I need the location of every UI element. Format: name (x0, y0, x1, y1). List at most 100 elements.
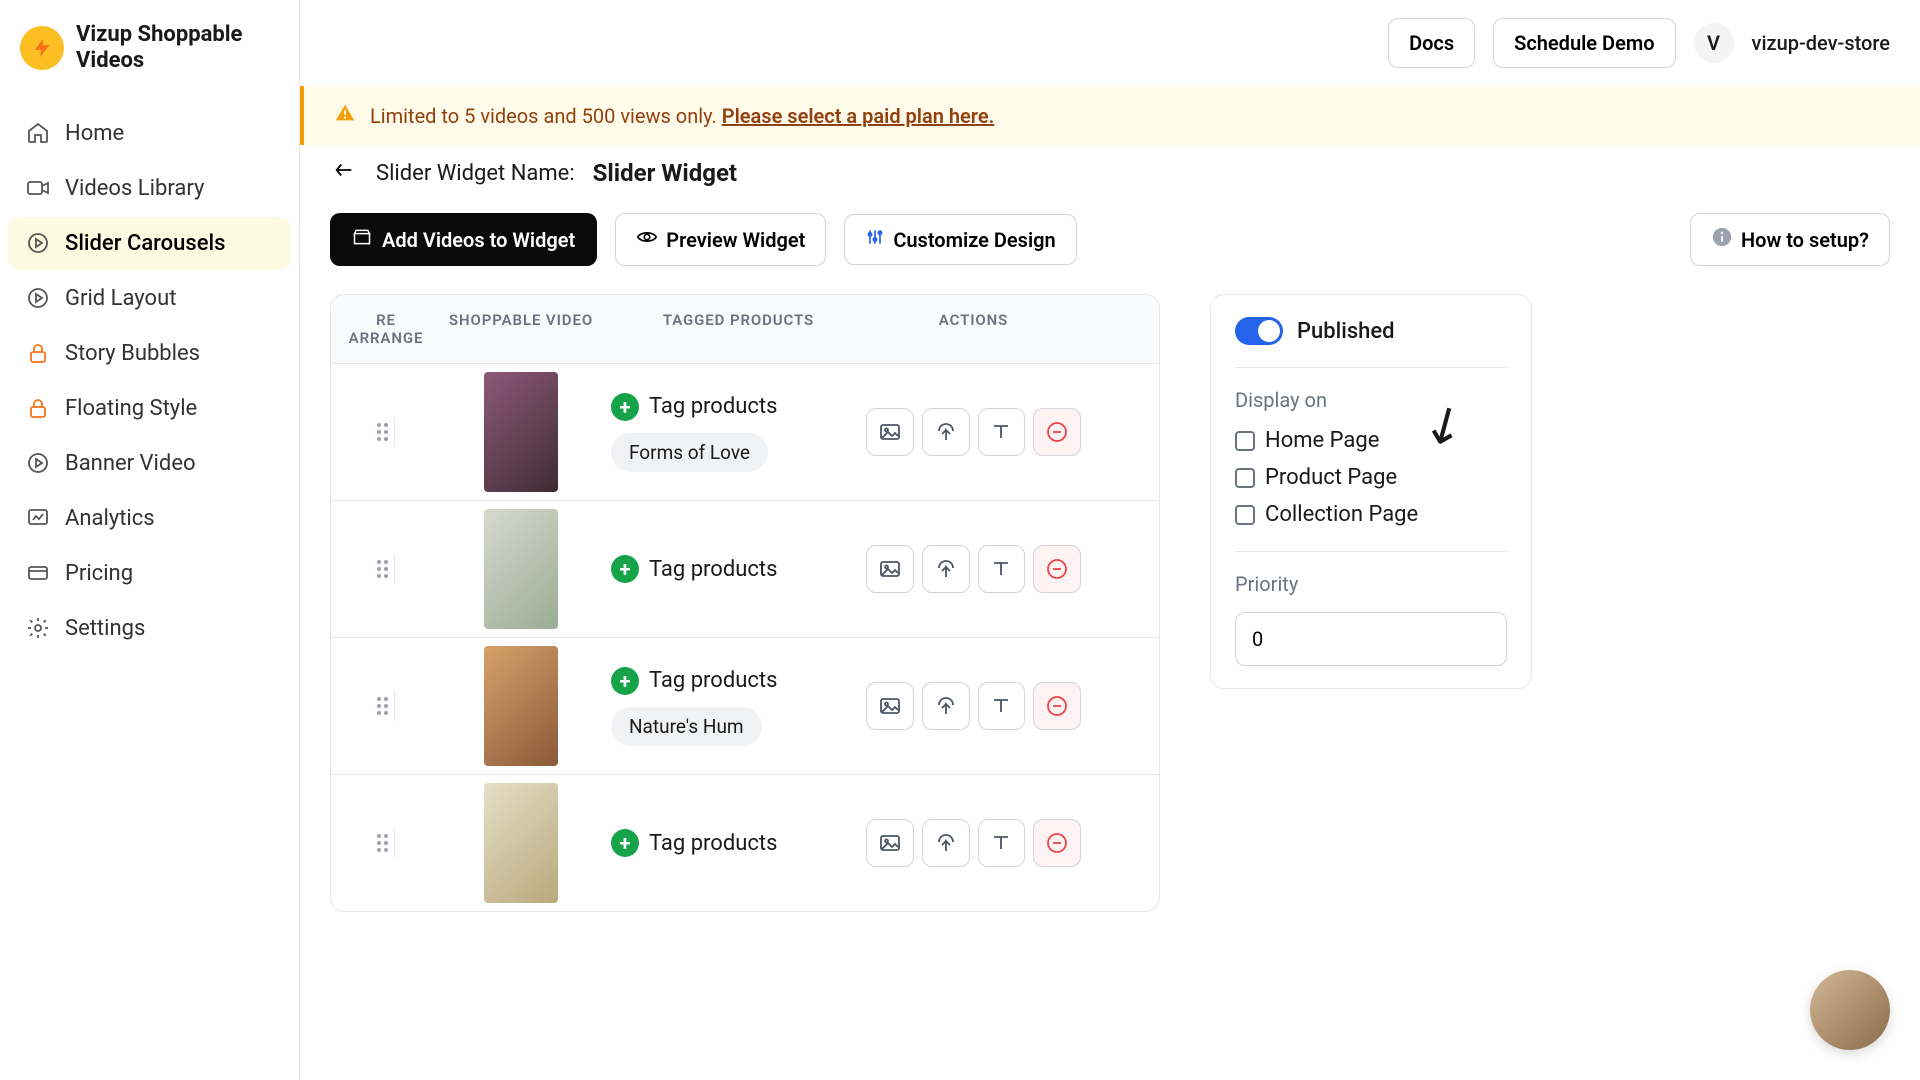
sidebar-item-settings[interactable]: Settings (8, 602, 291, 655)
toolbar: Add Videos to Widget Preview Widget Cust… (300, 201, 1920, 274)
text-action-button[interactable] (978, 682, 1026, 730)
drag-icon (377, 423, 388, 441)
cursor-action-button[interactable] (922, 408, 970, 456)
table-row: +Tag products (331, 500, 1159, 637)
sidebar-item-label: Analytics (65, 506, 155, 531)
breadcrumb-label: Slider Widget Name: (376, 161, 575, 186)
preview-widget-button[interactable]: Preview Widget (615, 213, 826, 266)
plus-icon: + (611, 829, 639, 857)
checkbox-icon (1235, 431, 1255, 451)
drag-icon (377, 834, 388, 852)
video-thumbnail[interactable] (484, 509, 558, 629)
sidebar-item-label: Banner Video (65, 451, 196, 476)
header-video: SHOPPABLE VIDEO (431, 311, 611, 347)
sidebar-item-label: Floating Style (65, 396, 197, 421)
plus-icon: + (611, 393, 639, 421)
sidebar-item-label: Pricing (65, 561, 133, 586)
back-arrow-icon[interactable] (330, 159, 358, 187)
gear-icon (26, 616, 50, 640)
text-action-button[interactable] (978, 408, 1026, 456)
image-action-button[interactable] (866, 408, 914, 456)
drag-handle[interactable] (341, 828, 431, 858)
box-icon (352, 227, 372, 252)
sidebar-item-slider-carousels[interactable]: Slider Carousels (8, 217, 291, 270)
sidebar-item-home[interactable]: Home (8, 107, 291, 160)
add-videos-button[interactable]: Add Videos to Widget (330, 213, 597, 266)
table-header: RE ARRANGE SHOPPABLE VIDEO TAGGED PRODUC… (331, 295, 1159, 363)
product-chip[interactable]: Nature's Hum (611, 707, 762, 746)
support-chat-avatar[interactable] (1810, 970, 1890, 1050)
sidebar-item-label: Settings (65, 616, 145, 641)
sidebar-item-banner-video[interactable]: Banner Video (8, 437, 291, 490)
lock-icon (26, 341, 50, 365)
video-thumbnail[interactable] (484, 372, 558, 492)
how-to-setup-button[interactable]: How to setup? (1690, 213, 1890, 266)
sidebar-item-story-bubbles[interactable]: Story Bubbles (8, 327, 291, 380)
avatar[interactable]: V (1694, 23, 1734, 63)
logo: Vizup Shoppable Videos (0, 0, 299, 97)
table-row: +Tag products (331, 774, 1159, 911)
drag-handle[interactable] (341, 417, 431, 447)
video-thumbnail[interactable] (484, 783, 558, 903)
delete-action-button[interactable] (1033, 819, 1081, 867)
schedule-demo-button[interactable]: Schedule Demo (1493, 18, 1675, 68)
sidebar-item-grid-layout[interactable]: Grid Layout (8, 272, 291, 325)
tag-products-button[interactable]: +Tag products (611, 667, 777, 695)
priority-input[interactable] (1235, 612, 1507, 666)
cursor-action-button[interactable] (922, 682, 970, 730)
chart-icon (26, 506, 50, 530)
video-thumbnail[interactable] (484, 646, 558, 766)
text-action-button[interactable] (978, 545, 1026, 593)
play-circle-icon (26, 231, 50, 255)
checkbox-icon (1235, 468, 1255, 488)
image-action-button[interactable] (866, 682, 914, 730)
content: RE ARRANGE SHOPPABLE VIDEO TAGGED PRODUC… (300, 274, 1920, 932)
tag-products-button[interactable]: +Tag products (611, 555, 777, 583)
drag-handle[interactable] (341, 554, 431, 584)
image-action-button[interactable] (866, 819, 914, 867)
display-home-checkbox[interactable]: Home Page (1235, 422, 1507, 459)
drag-handle[interactable] (341, 691, 431, 721)
text-action-button[interactable] (978, 819, 1026, 867)
docs-button[interactable]: Docs (1388, 18, 1475, 68)
plus-icon: + (611, 667, 639, 695)
sidebar-item-pricing[interactable]: Pricing (8, 547, 291, 600)
sidebar-item-label: Videos Library (65, 176, 204, 201)
tag-products-button[interactable]: +Tag products (611, 393, 777, 421)
sidebar-item-videos-library[interactable]: Videos Library (8, 162, 291, 215)
delete-action-button[interactable] (1033, 682, 1081, 730)
main: Docs Schedule Demo V vizup-dev-store Lim… (300, 0, 1920, 1080)
image-action-button[interactable] (866, 545, 914, 593)
banner-text: Limited to 5 videos and 500 views only. … (370, 104, 994, 128)
cursor-action-button[interactable] (922, 545, 970, 593)
info-icon (1711, 226, 1733, 253)
display-collection-checkbox[interactable]: Collection Page (1235, 496, 1507, 533)
lock-icon (26, 396, 50, 420)
plus-icon: + (611, 555, 639, 583)
sidebar-item-analytics[interactable]: Analytics (8, 492, 291, 545)
table-row: +Tag products Forms of Love (331, 363, 1159, 500)
delete-action-button[interactable] (1033, 408, 1081, 456)
app-name: Vizup Shoppable Videos (76, 22, 279, 75)
sidebar-item-label: Home (65, 121, 124, 146)
priority-label: Priority (1235, 572, 1507, 596)
product-chip[interactable]: Forms of Love (611, 433, 768, 472)
customize-design-button[interactable]: Customize Design (844, 214, 1076, 265)
delete-action-button[interactable] (1033, 545, 1081, 593)
display-on-label: Display on (1235, 388, 1507, 412)
sidebar-item-floating-style[interactable]: Floating Style (8, 382, 291, 435)
warning-icon (334, 102, 356, 129)
cursor-action-button[interactable] (922, 819, 970, 867)
header-tagged: TAGGED PRODUCTS (611, 311, 866, 347)
settings-panel: Published Display on Home Page Product P… (1210, 294, 1532, 689)
videos-table: RE ARRANGE SHOPPABLE VIDEO TAGGED PRODUC… (330, 294, 1160, 912)
display-product-checkbox[interactable]: Product Page (1235, 459, 1507, 496)
drag-icon (377, 697, 388, 715)
checkbox-icon (1235, 505, 1255, 525)
header-rearrange: RE ARRANGE (341, 311, 431, 347)
logo-icon (20, 26, 64, 70)
published-toggle[interactable] (1235, 317, 1283, 345)
tag-products-button[interactable]: +Tag products (611, 829, 777, 857)
home-icon (26, 121, 50, 145)
upgrade-plan-link[interactable]: Please select a paid plan here. (722, 104, 995, 128)
